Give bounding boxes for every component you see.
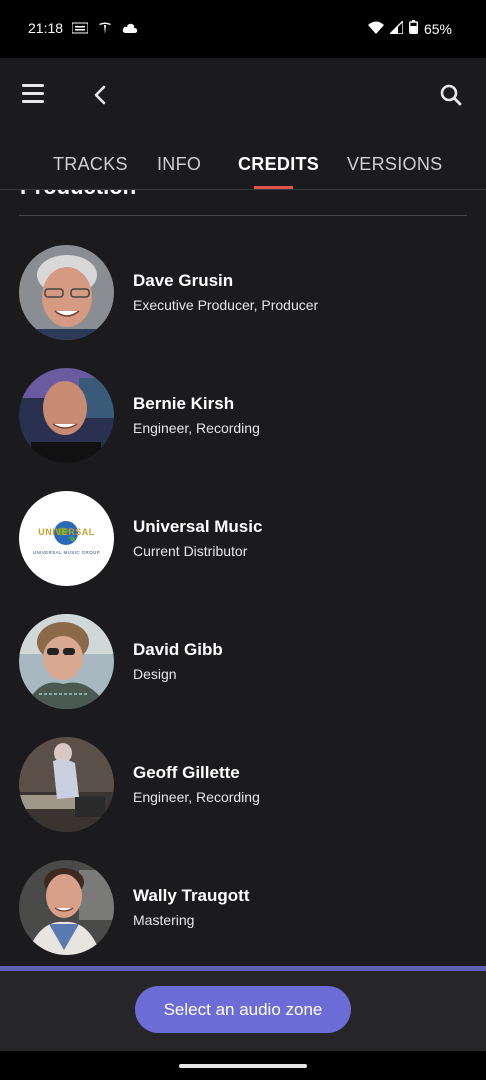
credit-name: Wally Traugott — [133, 886, 250, 905]
search-icon[interactable] — [440, 84, 462, 106]
credit-role: Engineer, Recording — [133, 420, 260, 436]
credit-name: David Gibb — [133, 640, 223, 659]
logo-subtext: UNIVERSAL MUSIC GROUP — [32, 550, 101, 555]
wifi-icon — [367, 21, 384, 37]
avatar — [19, 860, 114, 955]
status-notification-icons — [71, 21, 138, 38]
avatar — [19, 245, 114, 340]
credit-role: Engineer, Recording — [133, 789, 260, 805]
credit-name: Dave Grusin — [133, 271, 234, 290]
section-divider — [19, 215, 467, 216]
credits-list[interactable]: Production Dave Grusin Executive Produce… — [0, 190, 486, 966]
battery-icon — [408, 20, 418, 37]
weather-badge-icon — [71, 22, 89, 37]
hamburger-menu-icon[interactable] — [22, 84, 44, 104]
credit-role: Mastering — [133, 912, 195, 928]
status-time: 21:18 — [28, 20, 64, 36]
tab-bar: TRACKS INFO CREDITS VERSIONS — [0, 150, 486, 190]
signal-icon — [388, 18, 404, 37]
battery-percent: 65% — [423, 20, 452, 37]
credit-name: Geoff Gillette — [133, 763, 240, 782]
credit-name: Universal Music — [133, 517, 263, 536]
back-arrow-icon[interactable] — [90, 83, 112, 107]
tab-versions[interactable]: VERSIONS — [347, 154, 442, 175]
select-audio-zone-button[interactable]: Select an audio zone — [135, 986, 351, 1033]
avatar — [19, 737, 114, 832]
logo-text: UNIVERSAL — [38, 527, 95, 537]
credit-item[interactable]: Wally Traugott Mastering — [19, 860, 469, 956]
section-title: Production — [20, 190, 136, 200]
credit-role: Executive Producer, Producer — [133, 297, 319, 313]
avatar — [19, 368, 114, 463]
credit-item[interactable]: Bernie Kirsh Engineer, Recording — [19, 368, 469, 464]
credit-item[interactable]: UNIVERSAL UNIVERSAL MUSIC GROUP Universa… — [19, 491, 469, 587]
app-header: TRACKS INFO CREDITS VERSIONS — [0, 58, 486, 190]
credit-item[interactable]: David Gibb Design — [19, 614, 469, 710]
status-right-icons: 65% — [367, 18, 452, 37]
tesla-icon — [98, 21, 112, 38]
bottom-bar: Select an audio zone — [0, 971, 486, 1051]
cloud-icon — [122, 23, 138, 37]
credit-item[interactable]: Dave Grusin Executive Producer, Producer — [19, 245, 469, 341]
tab-tracks[interactable]: TRACKS — [53, 154, 128, 175]
credit-name: Bernie Kirsh — [133, 394, 235, 413]
system-nav-bar — [0, 1051, 486, 1080]
tab-credits[interactable]: CREDITS — [238, 154, 319, 175]
home-indicator[interactable] — [179, 1064, 307, 1068]
status-bar: 21:18 65% — [0, 0, 486, 58]
credit-role: Design — [133, 666, 177, 682]
tab-info[interactable]: INFO — [157, 154, 201, 175]
universal-music-logo: UNIVERSAL UNIVERSAL MUSIC GROUP — [19, 491, 114, 586]
avatar — [19, 614, 114, 709]
credit-item[interactable]: Geoff Gillette Engineer, Recording — [19, 737, 469, 833]
credit-role: Current Distributor — [133, 543, 248, 559]
